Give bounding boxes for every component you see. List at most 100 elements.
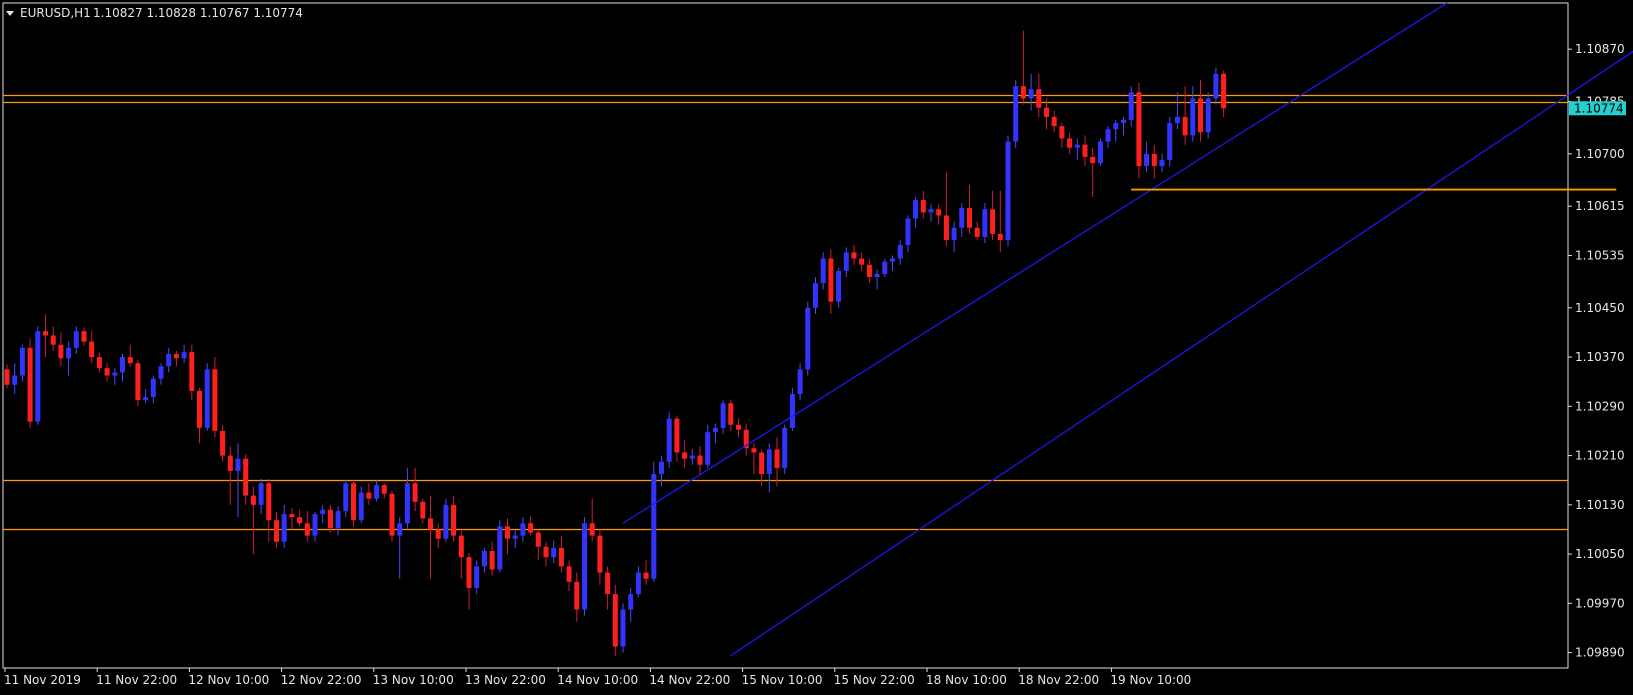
price-tick-label: 1.10870 xyxy=(1575,42,1625,56)
candle-body xyxy=(589,523,595,536)
candle-body xyxy=(1097,141,1103,164)
candle xyxy=(789,387,795,431)
candle-body xyxy=(89,341,95,358)
candle-body xyxy=(836,270,842,302)
candle-body xyxy=(304,523,310,536)
candle-body xyxy=(1020,86,1026,99)
candle-body xyxy=(1167,123,1173,161)
candle-body xyxy=(766,449,772,475)
candle-body xyxy=(951,227,957,241)
candle-body xyxy=(120,357,125,373)
candle-body xyxy=(982,209,988,237)
candle xyxy=(1205,92,1211,139)
candle-body xyxy=(173,353,179,359)
candle-body xyxy=(266,483,272,521)
candle-body xyxy=(1028,89,1034,99)
candle-body xyxy=(859,258,865,265)
candle-body xyxy=(689,455,695,459)
candle-body xyxy=(374,485,380,499)
candle-body xyxy=(505,526,510,539)
candle xyxy=(1136,83,1142,179)
candle-body xyxy=(220,430,226,456)
candle-body xyxy=(866,264,872,278)
chart-background xyxy=(0,0,1633,695)
candle-body xyxy=(58,344,64,359)
candle-body xyxy=(789,393,795,428)
time-tick-label: 15 Nov 10:00 xyxy=(742,673,823,687)
candle xyxy=(651,461,657,582)
candle-body xyxy=(96,357,102,369)
time-tick-label: 19 Nov 10:00 xyxy=(1110,673,1191,687)
candle-body xyxy=(1105,129,1111,142)
candle-body xyxy=(1090,156,1096,164)
candle-body xyxy=(813,283,818,308)
candle-body xyxy=(66,347,72,359)
candle-body xyxy=(574,581,580,610)
chart-header: EURUSD,H1 1.10827 1.10828 1.10767 1.1077… xyxy=(6,6,303,20)
candle-body xyxy=(1059,126,1065,139)
candle-body xyxy=(258,483,264,505)
price-tick-label: 1.10130 xyxy=(1575,498,1625,512)
candle-body xyxy=(905,218,911,245)
price-tick-label: 1.10290 xyxy=(1575,399,1625,413)
price-tick-label: 1.09970 xyxy=(1575,596,1625,610)
candle-body xyxy=(1136,92,1142,167)
time-tick-label: 13 Nov 10:00 xyxy=(373,673,454,687)
candle-body xyxy=(551,547,557,558)
price-tick-label: 1.10370 xyxy=(1575,350,1625,364)
candle-body xyxy=(250,495,256,505)
candle-body xyxy=(1174,116,1180,124)
candle-body xyxy=(1198,98,1203,133)
candle-body xyxy=(1074,144,1080,148)
candle-body xyxy=(1190,98,1196,136)
price-chart[interactable]: 1.108701.107851.107001.106151.105351.104… xyxy=(0,0,1633,695)
candle-body xyxy=(166,353,172,367)
candle-body xyxy=(774,449,780,468)
candle-body xyxy=(820,258,826,284)
candle xyxy=(35,326,41,425)
candle-body xyxy=(705,432,711,465)
time-tick-label: 18 Nov 22:00 xyxy=(1018,673,1099,687)
time-tick-label: 12 Nov 22:00 xyxy=(281,673,362,687)
candle-body xyxy=(358,492,364,521)
candle-body xyxy=(736,424,741,430)
candle-body xyxy=(451,504,457,536)
candle-body xyxy=(327,509,333,529)
candle-body xyxy=(235,458,241,471)
candle-body xyxy=(35,331,41,422)
candle xyxy=(612,584,618,656)
ohlc-values: 1.10827 1.10828 1.10767 1.10774 xyxy=(93,6,303,20)
candle-body xyxy=(404,483,410,524)
candle-body xyxy=(1205,98,1211,133)
candle-body xyxy=(1182,116,1188,136)
candle-body xyxy=(420,501,426,519)
candle-body xyxy=(104,368,110,376)
candle-body xyxy=(628,594,634,610)
candle xyxy=(1097,138,1103,167)
candle-body xyxy=(466,557,472,588)
candle-body xyxy=(112,372,118,376)
time-tick-label: 14 Nov 22:00 xyxy=(649,673,730,687)
time-tick-label: 14 Nov 10:00 xyxy=(557,673,638,687)
candle-body xyxy=(397,523,403,536)
candle xyxy=(204,363,210,431)
candle-body xyxy=(150,378,156,398)
candle-body xyxy=(351,483,356,521)
candle-body xyxy=(1013,86,1019,142)
price-tick-label: 1.09890 xyxy=(1575,646,1625,660)
candle-body xyxy=(274,520,279,542)
candle-body xyxy=(728,403,734,425)
candle-body xyxy=(797,369,803,394)
candle-body xyxy=(27,347,33,422)
candle-body xyxy=(528,523,534,533)
candle-body xyxy=(1036,89,1042,108)
candle xyxy=(351,480,356,527)
candle-body xyxy=(967,208,972,228)
candle-body xyxy=(435,529,441,539)
candle-body xyxy=(1159,160,1165,167)
candle xyxy=(135,360,141,407)
time-tick-label: 11 Nov 2019 xyxy=(4,673,81,687)
candle-body xyxy=(874,273,880,278)
candle-body xyxy=(212,369,218,431)
candle xyxy=(1167,116,1173,167)
